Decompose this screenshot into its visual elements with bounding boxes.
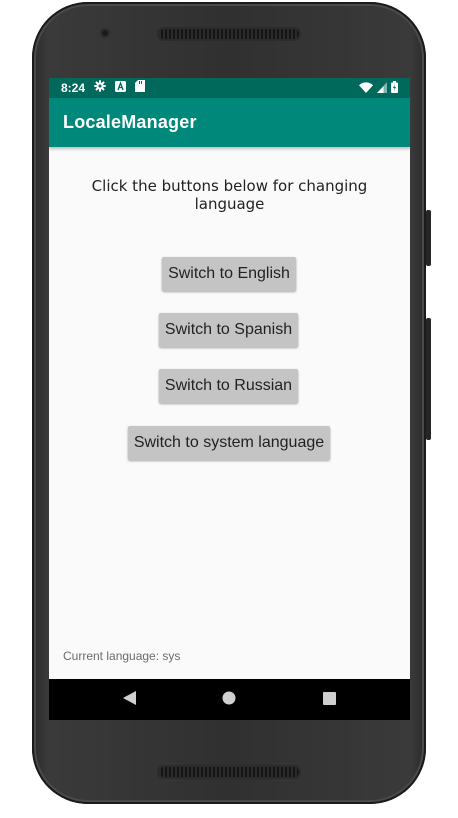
gear-icon	[94, 80, 106, 95]
navigation-bar	[49, 679, 410, 720]
recents-button[interactable]	[299, 679, 359, 720]
back-button[interactable]	[99, 679, 159, 720]
a-notification-icon	[115, 80, 127, 95]
switch-to-spanish-button[interactable]: Switch to Spanish	[159, 313, 298, 347]
status-time: 8:24	[61, 80, 86, 95]
switch-to-english-button[interactable]: Switch to English	[162, 257, 296, 291]
back-icon	[122, 690, 136, 709]
power-button	[426, 318, 431, 440]
status-left: 8:24	[61, 80, 146, 95]
status-right	[359, 81, 398, 96]
home-icon	[222, 690, 236, 709]
sd-card-icon	[135, 80, 146, 95]
top-speaker	[157, 27, 301, 41]
cell-signal-icon	[377, 81, 387, 96]
front-camera	[100, 28, 110, 38]
device-screen: 8:24 LocaleManager Click the buttons bel…	[49, 78, 410, 720]
volume-button	[426, 210, 431, 266]
wifi-icon	[359, 81, 373, 96]
app-bar: LocaleManager	[49, 98, 410, 147]
recents-icon	[322, 690, 336, 709]
current-language-label: Current language: sys	[63, 649, 181, 663]
switch-to-system-language-button[interactable]: Switch to system language	[128, 426, 330, 460]
status-bar: 8:24	[49, 78, 410, 98]
battery-icon	[391, 81, 398, 96]
bottom-speaker	[157, 765, 301, 779]
instructions-text: Click the buttons below for changing lan…	[91, 177, 368, 213]
app-title: LocaleManager	[63, 112, 197, 132]
home-button[interactable]	[199, 679, 259, 720]
switch-to-russian-button[interactable]: Switch to Russian	[159, 369, 298, 403]
